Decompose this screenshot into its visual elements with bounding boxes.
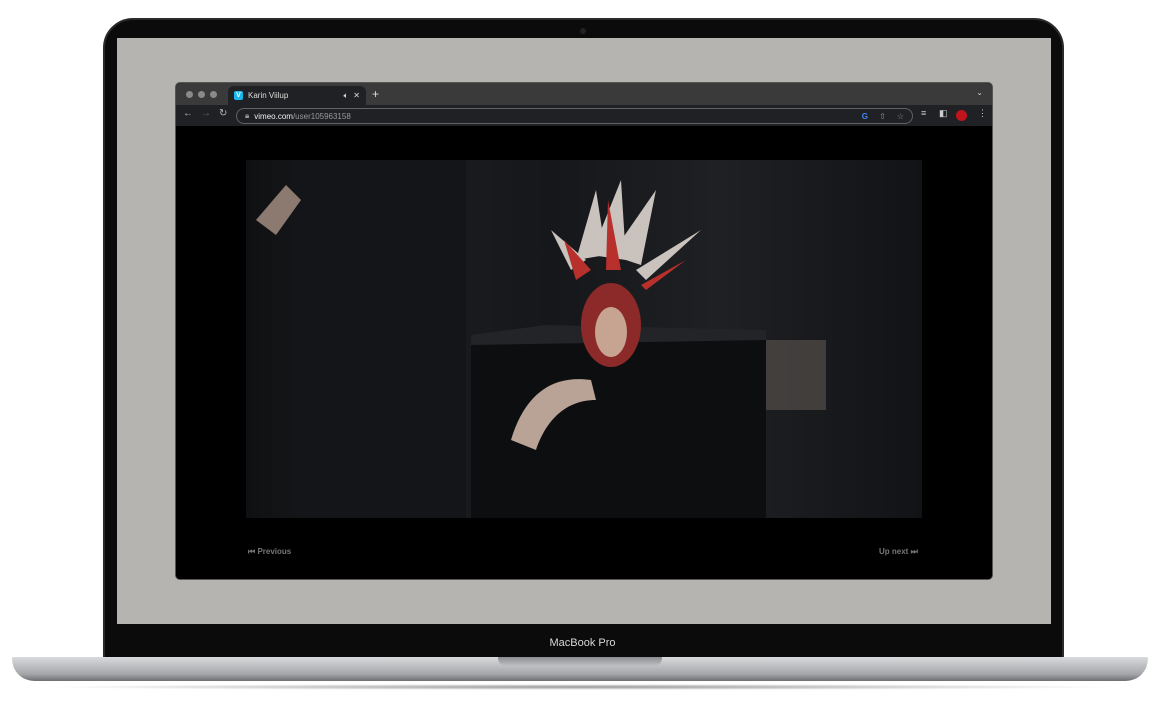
lock-icon: 🔒︎ [245,111,250,120]
browser-window: V Karin Viilup 🔈︎ ✕ + ⌄ ← → ↻ 🔒︎ vimeo.c… [175,82,993,580]
tab-bar: V Karin Viilup 🔈︎ ✕ + ⌄ [176,83,992,105]
zoom-window-button[interactable] [210,91,217,98]
toolbar: ← → ↻ 🔒︎ vimeo.com/user105963158 G ⇧ ☆ ≡… [176,105,992,126]
bookmark-star-icon[interactable]: ☆ [897,112,904,121]
url-path: /user105963158 [292,111,351,121]
close-tab-icon[interactable]: ✕ [353,91,360,100]
share-icon[interactable]: ⇧ [879,112,886,121]
page-content: ⏮︎ Previous Up next ⏭︎ [176,126,992,579]
video-player[interactable] [246,160,922,518]
new-tab-button[interactable]: + [372,87,379,101]
camera [580,28,586,34]
base-shadow [40,684,1120,690]
model-label: MacBook Pro [549,637,616,649]
vimeo-favicon: V [234,91,243,100]
forward-icon[interactable]: → [201,108,211,119]
side-panel-icon[interactable]: ◧ [939,108,948,119]
url-domain: vimeo.com [254,111,293,121]
speaker-icon[interactable]: 🔈︎ [343,91,348,101]
address-bar[interactable]: 🔒︎ vimeo.com/user105963158 G ⇧ ☆ [236,108,913,124]
up-next-button[interactable]: Up next ⏭︎ [879,547,918,557]
laptop-notch [498,657,662,666]
reading-list-icon[interactable]: ≡ [921,108,926,118]
menu-icon[interactable]: ⋮ [978,108,987,119]
google-icon[interactable]: G [862,112,868,121]
back-icon[interactable]: ← [183,108,193,119]
video-frame [256,160,826,518]
profile-avatar[interactable] [956,110,967,121]
tab-title: Karin Viilup [248,91,289,100]
skip-forward-icon: ⏭︎ [908,547,918,556]
tab-karin-viilup[interactable]: V Karin Viilup 🔈︎ ✕ [228,86,366,105]
tab-search-chevron-icon[interactable]: ⌄ [976,88,983,97]
reload-icon[interactable]: ↻ [219,108,227,119]
previous-button[interactable]: ⏮︎ Previous [248,547,291,557]
close-window-button[interactable] [186,91,193,98]
minimize-window-button[interactable] [198,91,205,98]
